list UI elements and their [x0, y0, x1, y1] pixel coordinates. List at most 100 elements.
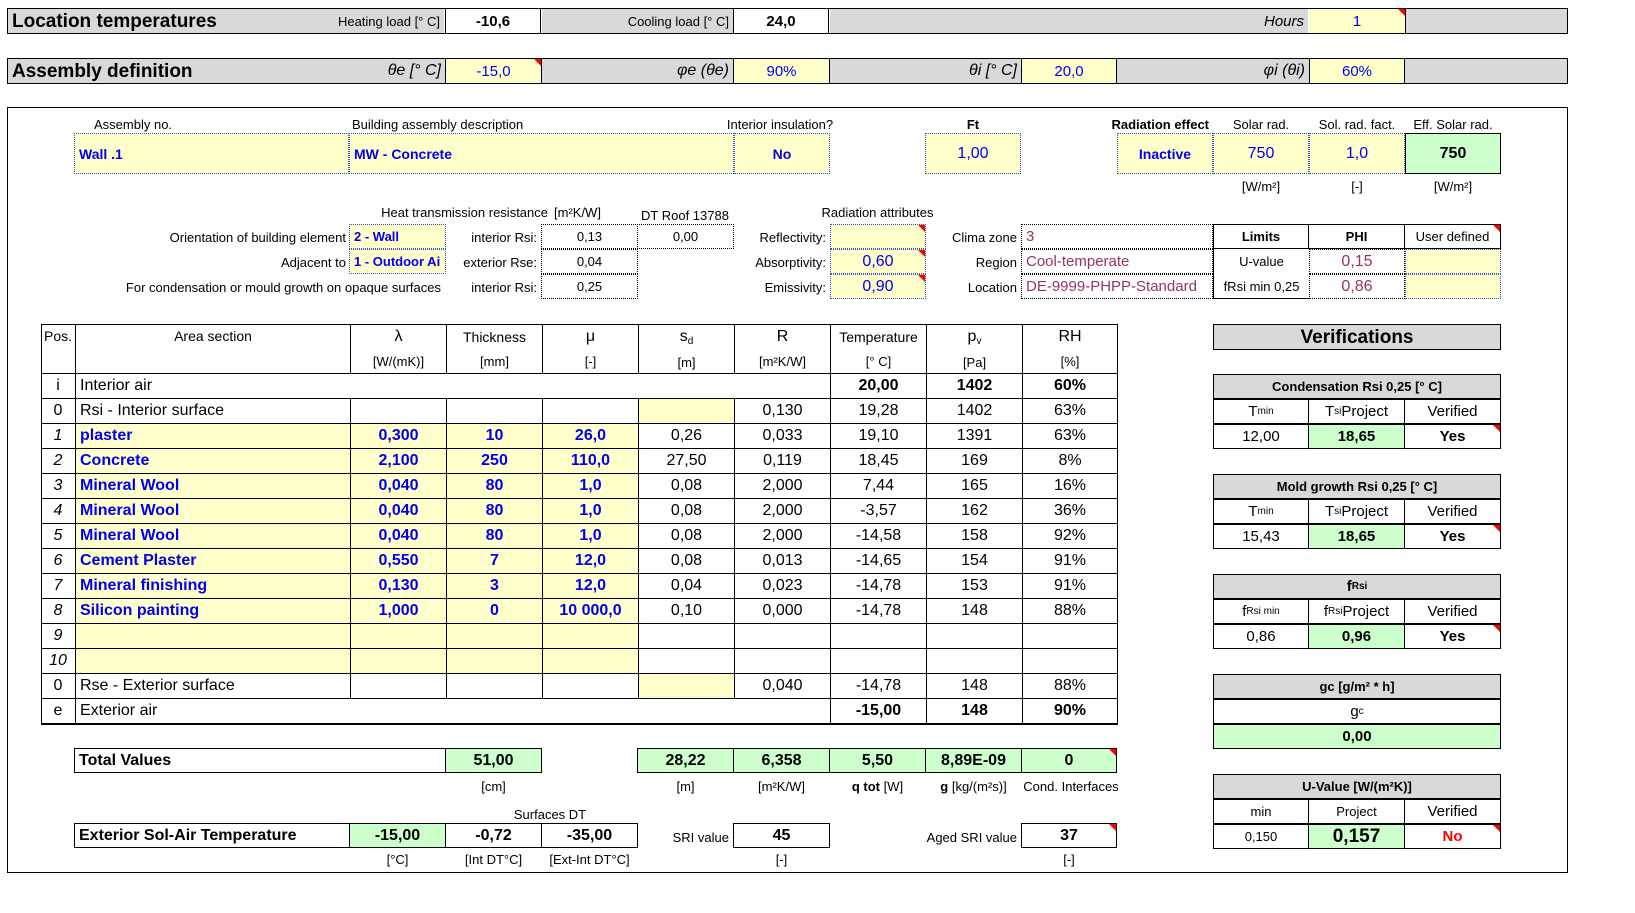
ft-input[interactable]: 1,00 — [925, 133, 1021, 174]
total-g: 8,89E-09 — [925, 748, 1022, 773]
row-5-mu-cell[interactable]: 1,0 — [542, 499, 638, 524]
row-4-name-cell[interactable]: Mineral Wool — [75, 474, 350, 499]
cooling-load-value[interactable]: 24,0 — [733, 9, 829, 33]
row-3-sd-cell: 27,50 — [638, 449, 734, 474]
row-10-mu-cell[interactable] — [542, 624, 638, 649]
row-2-mu-cell[interactable]: 26,0 — [542, 424, 638, 449]
theta-e-input[interactable]: -15,0 — [445, 59, 542, 83]
theta-i-input[interactable]: 20,0 — [1021, 59, 1117, 83]
row-12-temp-cell: -14,78 — [830, 674, 926, 699]
row-13-name-cell: Exterior air — [75, 699, 350, 724]
col-header-r-unit: [m²K/W] — [759, 354, 806, 369]
row-11-mu-cell[interactable] — [542, 649, 638, 674]
interior-rsi2-value: 0,25 — [541, 274, 638, 299]
ft-label: Ft — [966, 116, 980, 132]
row-9-thick-cell[interactable]: 0 — [446, 599, 542, 624]
row-8-pos-cell: 7 — [41, 574, 75, 599]
row-0-pv-cell: 1402 — [926, 374, 1022, 399]
row-0-temp-cell: 20,00 — [830, 374, 926, 399]
assembly-no-input[interactable]: Wall .1 — [74, 133, 349, 174]
solar-rad-input[interactable]: 750 — [1213, 133, 1309, 174]
row-11-r-cell — [734, 649, 830, 674]
reflectivity-input[interactable] — [830, 224, 926, 249]
mold-col-project: Tsi Project — [1308, 499, 1405, 524]
row-3-lambda-cell[interactable]: 2,100 — [350, 449, 446, 474]
absorptivity-input[interactable]: 0,60 — [830, 249, 926, 274]
row-1-rh-cell: 63% — [1022, 399, 1117, 424]
row-3-name-cell[interactable]: Concrete — [75, 449, 350, 474]
row-4-thick-cell[interactable]: 80 — [446, 474, 542, 499]
row-1-name-cell: Rsi - Interior surface — [75, 399, 350, 424]
sol-rad-fact-input[interactable]: 1,0 — [1309, 133, 1405, 174]
row-3-thick-cell[interactable]: 250 — [446, 449, 542, 474]
row-6-mu-cell[interactable]: 1,0 — [542, 524, 638, 549]
row-9-r-cell: 0,000 — [734, 599, 830, 624]
row-3-pos-cell: 2 — [41, 449, 75, 474]
emissivity-input[interactable]: 0,90 — [830, 274, 926, 299]
row-2-pv-cell: 1391 — [926, 424, 1022, 449]
row-9-pv-cell: 148 — [926, 599, 1022, 624]
row-3-mu-cell[interactable]: 110,0 — [542, 449, 638, 474]
orientation-select[interactable]: 2 - Wall — [349, 224, 446, 249]
assembly-desc-input[interactable]: MW - Concrete — [349, 133, 734, 174]
row-3-r-cell: 0,119 — [734, 449, 830, 474]
limits-label: Limits — [1213, 224, 1309, 249]
interior-insulation-select[interactable]: No — [734, 133, 830, 174]
row-2-thick-cell[interactable]: 10 — [446, 424, 542, 449]
row-9-mu-cell[interactable]: 10 000,0 — [542, 599, 638, 624]
row-5-sd-cell: 0,08 — [638, 499, 734, 524]
row-5-name-cell[interactable]: Mineral Wool — [75, 499, 350, 524]
row-4-r-cell: 2,000 — [734, 474, 830, 499]
col-header-rh-unit: [%] — [1060, 354, 1080, 369]
heating-load-value[interactable]: -10,6 — [445, 9, 541, 33]
frsi-user-defined[interactable] — [1405, 274, 1501, 299]
row-2-lambda-cell[interactable]: 0,300 — [350, 424, 446, 449]
row-10-thick-cell[interactable] — [446, 624, 542, 649]
gc-value: 0,00 — [1213, 724, 1501, 749]
row-8-lambda-cell[interactable]: 0,130 — [350, 574, 446, 599]
row-7-r-cell: 0,013 — [734, 549, 830, 574]
uvalue-col-verified: Verified — [1404, 799, 1501, 824]
adjacent-label: Adjacent to — [280, 255, 346, 270]
phi-i-input[interactable]: 60% — [1309, 59, 1405, 83]
col-header-pv-sub: v — [976, 335, 982, 347]
adjacent-select[interactable]: 1 - Outdoor Ai — [349, 249, 446, 274]
row-11-name-cell[interactable] — [75, 649, 350, 674]
phi-e-input[interactable]: 90% — [733, 59, 830, 83]
row-9-name-cell[interactable]: Silicon painting — [75, 599, 350, 624]
emissivity-label: Emissivity: — [764, 280, 826, 295]
row-6-name-cell[interactable]: Mineral Wool — [75, 524, 350, 549]
row-8-name-cell[interactable]: Mineral finishing — [75, 574, 350, 599]
row-8-thick-cell[interactable]: 3 — [446, 574, 542, 599]
row-2-name-cell[interactable]: plaster — [75, 424, 350, 449]
row-6-lambda-cell[interactable]: 0,040 — [350, 524, 446, 549]
row-9-lambda-cell[interactable]: 1,000 — [350, 599, 446, 624]
row-5-lambda-cell[interactable]: 0,040 — [350, 499, 446, 524]
aged-sri-unit: [-] — [1063, 851, 1075, 867]
uvalue-user-defined[interactable] — [1405, 249, 1501, 274]
col-header-pv-unit: [Pa] — [962, 354, 987, 370]
row-7-name-cell[interactable]: Cement Plaster — [75, 549, 350, 574]
row-8-mu-cell[interactable]: 12,0 — [542, 574, 638, 599]
row-6-thick-cell[interactable]: 80 — [446, 524, 542, 549]
row-5-thick-cell[interactable]: 80 — [446, 499, 542, 524]
frsi-limit-phi: 0,86 — [1309, 274, 1405, 299]
row-4-mu-cell[interactable]: 1,0 — [542, 474, 638, 499]
radiation-attributes-title: Radiation attributes — [821, 204, 934, 220]
radiation-effect-select[interactable]: Inactive — [1117, 133, 1213, 174]
row-7-thick-cell[interactable]: 7 — [446, 549, 542, 574]
interior-rsi-value: 0,13 — [541, 224, 638, 249]
row-2-r-cell: 0,033 — [734, 424, 830, 449]
hours-input[interactable]: 1 — [1309, 9, 1405, 33]
row-10-sd-cell — [638, 624, 734, 649]
mold-col-tmin: Tmin — [1213, 499, 1309, 524]
condensation-col-project: Tsi Project — [1308, 399, 1405, 424]
row-7-mu-cell[interactable]: 12,0 — [542, 549, 638, 574]
row-4-lambda-cell[interactable]: 0,040 — [350, 474, 446, 499]
row-10-lambda-cell[interactable] — [350, 624, 446, 649]
row-7-lambda-cell[interactable]: 0,550 — [350, 549, 446, 574]
row-11-lambda-cell[interactable] — [350, 649, 446, 674]
row-11-thick-cell[interactable] — [446, 649, 542, 674]
row-10-name-cell[interactable] — [75, 624, 350, 649]
row-0-mu-cell — [542, 374, 638, 399]
